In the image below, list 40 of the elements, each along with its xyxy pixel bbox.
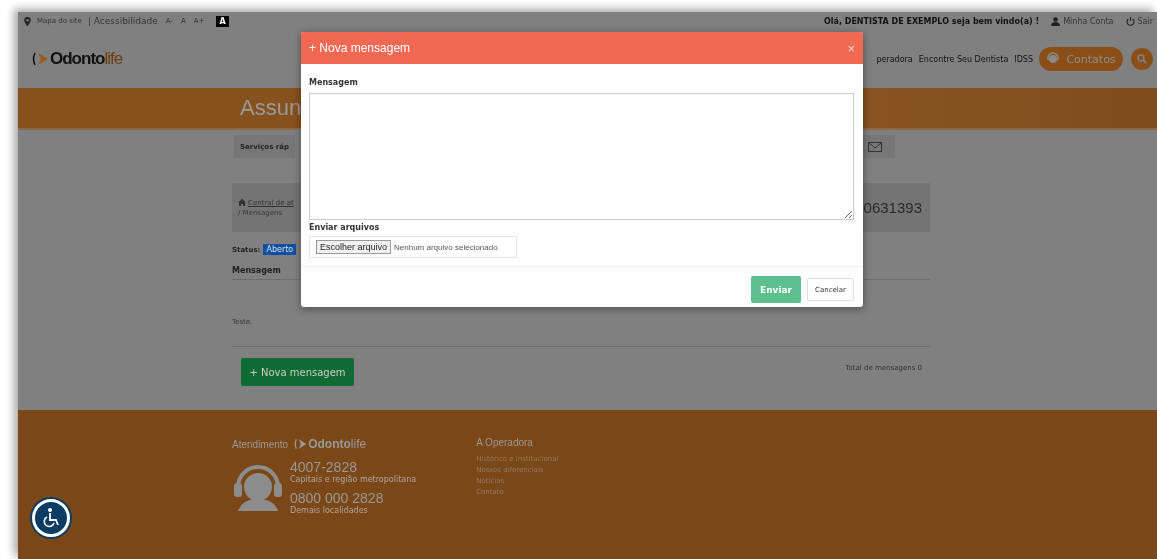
file-input[interactable]: Escolher arquivo Nenhum arquivo selecionado: [309, 236, 517, 258]
footer-logo: Odontolife: [294, 437, 367, 451]
headset-icon: [1046, 52, 1061, 66]
close-button[interactable]: ×: [847, 40, 855, 56]
power-icon: [1125, 16, 1135, 26]
logo-mark-icon: [294, 437, 309, 451]
message-label: Mensagem: [309, 78, 359, 87]
contrast-button[interactable]: A: [216, 15, 229, 27]
phone-note: Demais localidades: [290, 506, 369, 515]
logo[interactable]: Odontolife: [32, 49, 123, 69]
phone-note: Capitais e região metropolitana: [290, 475, 417, 484]
location-pin-icon: [24, 16, 31, 26]
operator-title: A Operadora: [476, 437, 534, 448]
accessibility-label: | Acessibilidade: [87, 16, 158, 26]
phone-number: 0800 000 2828: [290, 490, 385, 506]
send-button[interactable]: Enviar: [751, 276, 801, 303]
logout-link[interactable]: Sair: [1125, 16, 1153, 26]
files-label: Enviar arquivos: [309, 223, 381, 232]
nav-link[interactable]: Encontre Seu Dentista: [918, 54, 1009, 64]
account-link[interactable]: Minha Conta: [1051, 16, 1114, 26]
phone-number: 4007-2828: [290, 459, 358, 475]
ticket-number: 0631393: [863, 199, 922, 216]
logo-mark-icon: [32, 50, 50, 68]
nav-link[interactable]: peradora: [876, 54, 913, 64]
envelope-icon: [868, 141, 882, 152]
choose-file-button[interactable]: Escolher arquivo: [316, 240, 392, 254]
service-label: Atendimento: [232, 438, 289, 450]
contacts-button[interactable]: Contatos: [1039, 47, 1123, 71]
message-field[interactable]: [309, 93, 854, 220]
user-icon: [1051, 16, 1061, 26]
greeting-text: Olá, DENTISTA DE EXEMPLO seja bem vindo(a) !: [824, 16, 1040, 26]
new-message-button[interactable]: + Nova mensagem: [241, 358, 354, 386]
search-icon: [1137, 54, 1147, 64]
accessibility-button[interactable]: [32, 499, 70, 537]
home-icon: [238, 199, 246, 206]
nav-link[interactable]: IDSS: [1014, 54, 1033, 64]
dialog-title: + Nova mensagem: [309, 41, 411, 55]
page-title: Assun: [240, 95, 302, 121]
status-badge: Aberto: [263, 244, 297, 255]
file-status: Nenhum arquivo selecionado: [394, 242, 498, 252]
